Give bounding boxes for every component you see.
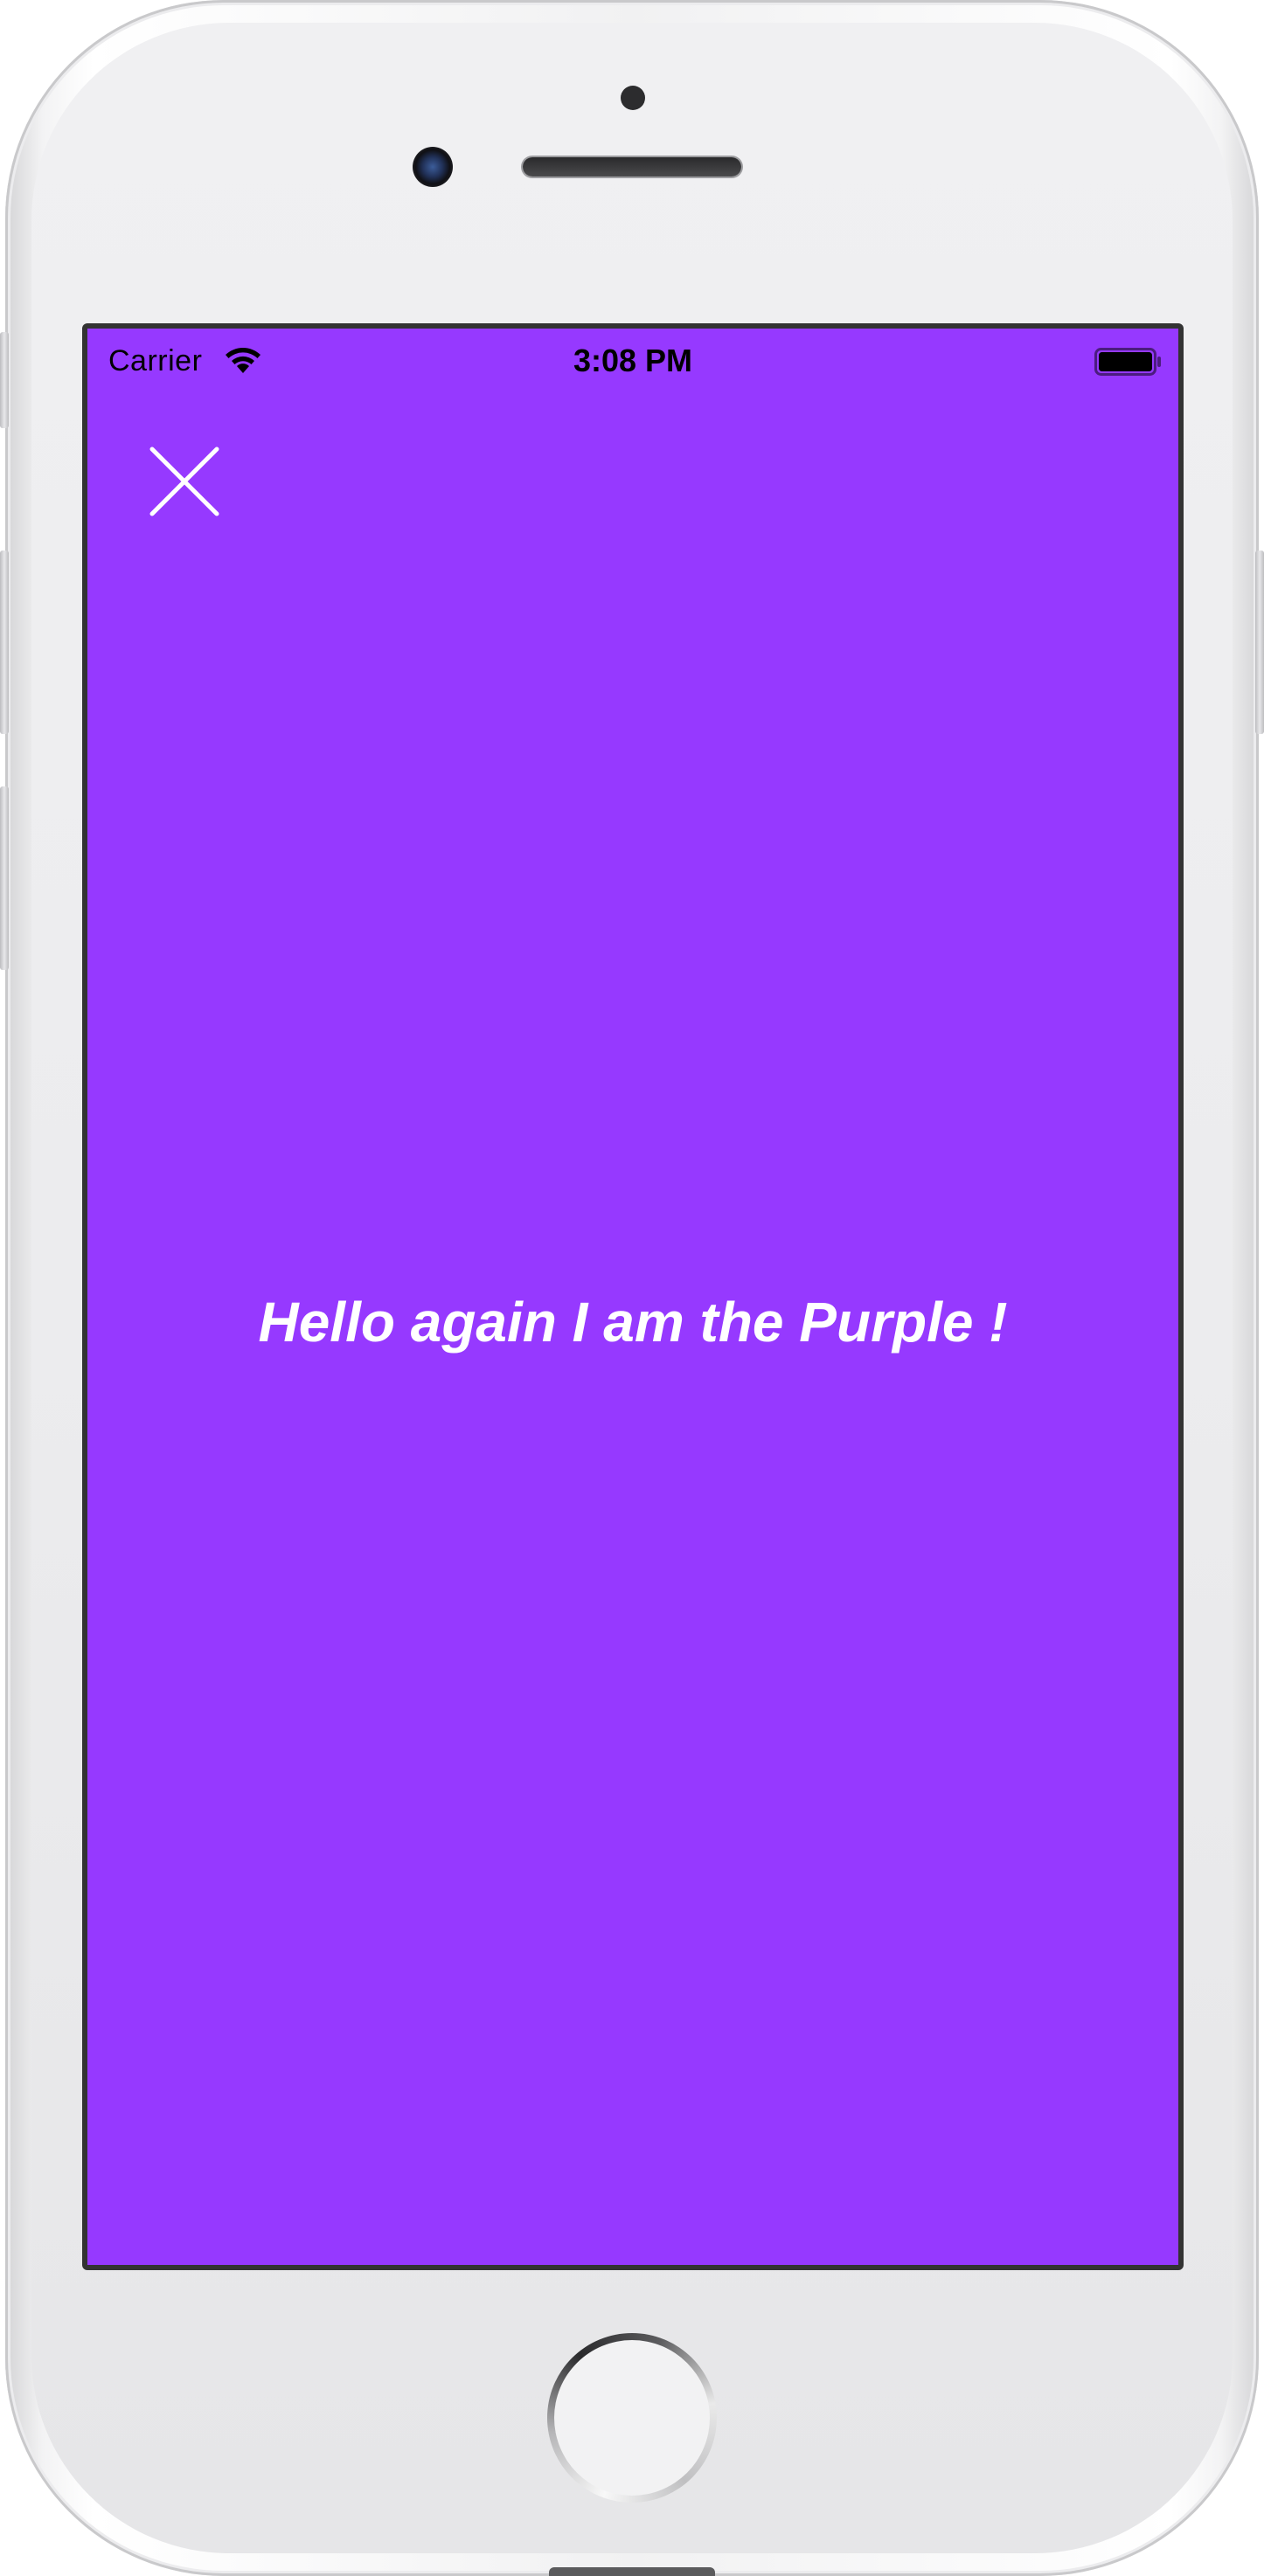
status-time: 3:08 PM: [573, 343, 693, 378]
close-icon: [149, 447, 219, 516]
mute-switch: [0, 332, 9, 428]
front-camera: [413, 147, 453, 187]
earpiece-speaker: [523, 157, 741, 177]
close-button[interactable]: [145, 442, 224, 521]
proximity-sensor: [621, 86, 645, 110]
battery-icon: [1094, 348, 1161, 376]
home-button[interactable]: [547, 2333, 717, 2503]
volume-up-button: [0, 551, 9, 734]
greeting-label: Hello again I am the Purple !: [258, 1291, 1008, 1354]
volume-down-button: [0, 786, 9, 970]
power-button: [1255, 551, 1264, 734]
status-bar: Carrier 3:08 PM: [87, 329, 1178, 398]
app-screen: Carrier 3:08 PM Hello again I am the Pur…: [87, 329, 1178, 2265]
screen-bezel: Carrier 3:08 PM Hello again I am the Pur…: [82, 323, 1184, 2270]
lightning-port: [549, 2567, 715, 2576]
home-button-face: [554, 2340, 710, 2496]
